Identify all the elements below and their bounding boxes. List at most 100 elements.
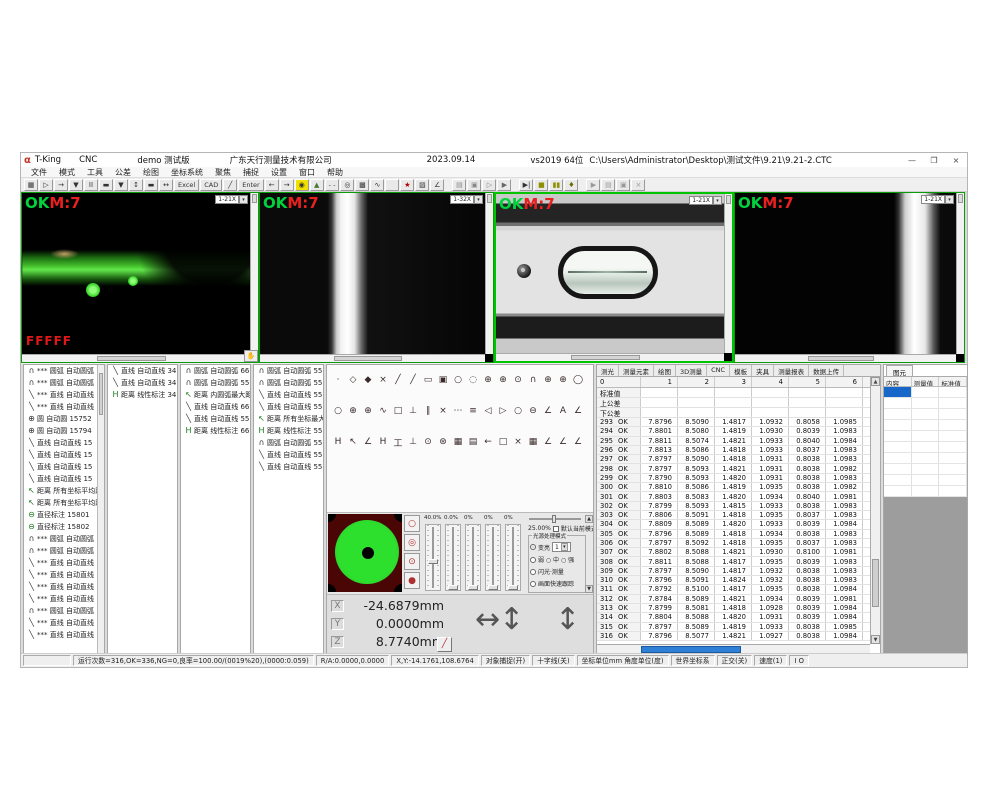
light-slider[interactable]: 0.0% <box>444 515 462 593</box>
toolbar-button[interactable]: ▬ <box>144 179 158 191</box>
toolbar-button[interactable]: ▣ <box>616 179 630 191</box>
feature-item[interactable]: H距离 线性标注 55 <box>254 425 323 437</box>
palette-tool-icon[interactable]: ○ <box>451 373 465 387</box>
level-dropdown[interactable]: 1▾ <box>552 542 571 552</box>
palette-tool-icon[interactable]: ∿ <box>376 404 390 418</box>
menu-item[interactable]: 坐标系统 <box>165 167 209 178</box>
feature-item[interactable]: ╲*** 直线 自动直线 <box>24 389 104 401</box>
table-row[interactable]: 304OK7.88098.50891.48201.09330.80391.098… <box>597 520 870 529</box>
toolbar-button[interactable]: ▶| <box>519 179 533 191</box>
ring-segment-button[interactable]: ◎ <box>404 534 420 551</box>
zoom-selector[interactable]: 1-32X▾ <box>450 195 483 204</box>
results-tab[interactable]: 测量报表 <box>774 365 809 376</box>
z-axis-icon[interactable]: Z <box>331 636 344 648</box>
zoom-selector[interactable]: 1-21X▾ <box>921 195 954 204</box>
feature-item[interactable]: ∩圆弧 自动圆弧 55 <box>254 365 323 377</box>
palette-tool-icon[interactable]: ▭ <box>421 373 435 387</box>
weak-radio[interactable] <box>530 557 536 563</box>
menu-item[interactable]: 模式 <box>53 167 81 178</box>
table-row[interactable]: 298OK7.87978.50931.48211.09310.80381.098… <box>597 464 870 473</box>
fast-track-radio[interactable] <box>530 581 536 587</box>
column-header[interactable]: 5 <box>789 377 826 387</box>
palette-tool-icon[interactable]: 工 <box>391 435 405 449</box>
toolbar-button[interactable]: ▤ <box>452 179 466 191</box>
table-row[interactable] <box>884 387 967 398</box>
menu-item[interactable]: 设置 <box>265 167 293 178</box>
table-row[interactable] <box>884 464 967 475</box>
toolbar-button[interactable]: ■ <box>534 179 548 191</box>
feature-item[interactable]: ╲直线 自动直线 34 <box>108 377 177 389</box>
maximize-button[interactable]: ❐ <box>923 154 945 167</box>
table-row[interactable] <box>884 442 967 453</box>
toolbar-button[interactable]: ▶ <box>497 179 511 191</box>
toolbar-button[interactable]: ▲ <box>310 179 324 191</box>
palette-tool-icon[interactable]: ⊥ <box>406 435 420 449</box>
table-row[interactable]: 316OK7.87968.50771.48211.09270.80381.098… <box>597 632 870 641</box>
results-tab[interactable]: 3D测量 <box>676 365 707 376</box>
feature-item[interactable]: ╲*** 直线 自动直线 <box>24 401 104 413</box>
palette-tool-icon[interactable]: ≡ <box>466 404 480 418</box>
palette-tool-icon[interactable]: □ <box>391 404 405 418</box>
palette-tool-icon[interactable]: ← <box>481 435 495 449</box>
palette-tool-icon[interactable]: ⊕ <box>361 404 375 418</box>
toolbar-button[interactable]: CAD <box>200 179 222 191</box>
toolbar-button[interactable]: ▮▮ <box>549 179 563 191</box>
table-row[interactable]: 311OK7.87928.51001.48171.09350.80381.098… <box>597 585 870 594</box>
slider-thumb[interactable] <box>552 515 556 523</box>
toolbar-button[interactable]: ▼ <box>69 179 83 191</box>
palette-tool-icon[interactable]: ∠ <box>571 404 585 418</box>
column-header[interactable]: 内容 <box>884 377 912 386</box>
camera-horizontal-scrollbar[interactable] <box>496 353 724 361</box>
slider-track[interactable] <box>445 524 461 591</box>
camera-horizontal-scrollbar[interactable] <box>735 354 956 362</box>
column-header[interactable]: 3 <box>715 377 752 387</box>
chevron-down-icon[interactable]: ▾ <box>713 196 722 205</box>
palette-tool-icon[interactable]: A <box>556 404 570 418</box>
palette-tool-icon[interactable]: H <box>376 435 390 449</box>
feature-item[interactable]: H距离 线性标注 66 <box>181 425 250 437</box>
column-header[interactable]: 测量值 <box>912 377 940 386</box>
feature-item[interactable]: ∩*** 圆弧 自动圆弧 <box>24 365 104 377</box>
camera-vertical-scrollbar[interactable] <box>250 193 258 354</box>
palette-tool-icon[interactable]: H <box>331 435 345 449</box>
brighten-radio[interactable] <box>530 544 536 550</box>
toolbar-button[interactable]: ∿ <box>370 179 384 191</box>
slider-thumb[interactable] <box>508 585 518 590</box>
xy-jog-arrows[interactable]: ↔↕ <box>475 603 545 637</box>
table-row[interactable]: 307OK7.88028.50881.48211.09300.81001.098… <box>597 548 870 557</box>
toolbar-button[interactable]: ← <box>265 179 279 191</box>
table-row[interactable]: 309OK7.87978.50901.48171.09320.80381.098… <box>597 567 870 576</box>
chevron-down-icon[interactable]: ▾ <box>945 195 954 204</box>
toolbar-button[interactable]: ▦ <box>24 179 38 191</box>
toolbar-button[interactable]: ▩ <box>355 179 369 191</box>
results-tab[interactable]: 测光 <box>597 365 619 376</box>
table-row[interactable] <box>884 431 967 442</box>
x-axis-icon[interactable]: X <box>331 600 344 612</box>
default-mode-checkbox[interactable] <box>553 526 559 532</box>
palette-tool-icon[interactable]: ▦ <box>526 435 540 449</box>
horizontal-arrows-icon[interactable]: ↔ <box>475 605 500 635</box>
table-row[interactable]: 314OK7.88048.50881.48201.09310.80391.098… <box>597 613 870 622</box>
slider-thumb[interactable] <box>448 585 458 590</box>
palette-tool-icon[interactable]: ○ <box>331 404 345 418</box>
camera-horizontal-scrollbar[interactable] <box>260 354 485 362</box>
light-slider[interactable]: 0% <box>504 515 522 593</box>
ring-light-display[interactable] <box>328 514 402 592</box>
feature-item[interactable]: ╲直线 自动直线 55 <box>254 449 323 461</box>
table-row[interactable]: 299OK7.87908.50931.48201.09310.80381.098… <box>597 474 870 483</box>
toolbar-button[interactable]: ∠ <box>430 179 444 191</box>
table-row[interactable]: 295OK7.88118.50741.48211.09330.80401.098… <box>597 437 870 446</box>
palette-tool-icon[interactable]: ⊛ <box>436 435 450 449</box>
column-header[interactable]: 1 <box>641 377 678 387</box>
scroll-up-icon[interactable]: ▲ <box>585 515 593 523</box>
menu-item[interactable]: 文件 <box>25 167 53 178</box>
table-row[interactable]: 302OK7.87998.50931.48151.09330.80381.098… <box>597 502 870 511</box>
slider-track[interactable] <box>425 524 441 591</box>
palette-tool-icon[interactable]: ◌ <box>466 373 480 387</box>
feature-item[interactable]: ╲*** 直线 自动直线 <box>24 557 104 569</box>
palette-tool-icon[interactable]: ∠ <box>556 435 570 449</box>
toolbar-button[interactable]: ▣ <box>467 179 481 191</box>
scroll-down-icon[interactable]: ▼ <box>585 585 593 593</box>
feature-item[interactable]: ╲直线 自动直线 66 <box>181 401 250 413</box>
palette-tool-icon[interactable]: ▤ <box>466 435 480 449</box>
